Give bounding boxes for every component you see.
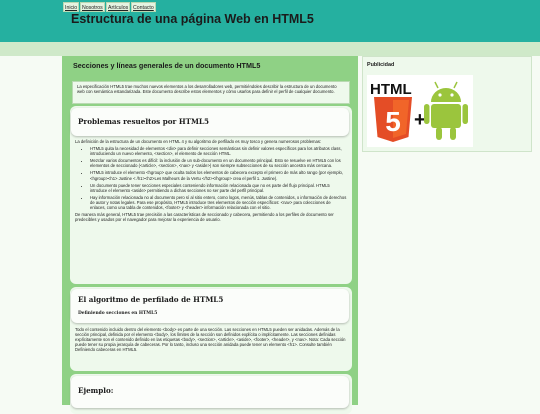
section-title: El algoritmo de perfilado de HTML5 xyxy=(78,295,224,304)
list-item: Hay información relacionada no al docume… xyxy=(90,195,347,210)
section-closing: De manera más general, HTML5 trae precis… xyxy=(75,212,334,223)
section-title: Problemas resueltos por HTML5 xyxy=(78,117,209,126)
intro-text: La especificación HTML5 trae muchos nuev… xyxy=(72,81,350,104)
logo-plus-sign: + xyxy=(414,109,426,131)
nav-link-nosotros[interactable]: Nosotros xyxy=(80,2,105,12)
section-subtitle: Definiendo secciones en HTML5 xyxy=(78,311,158,316)
html5-android-logo-graphic: HTML 5 + xyxy=(370,81,468,142)
logo-html-text: HTML xyxy=(370,81,412,98)
nav-link-inicio[interactable]: Inicio xyxy=(63,2,79,12)
main-title: Secciones y líneas generales de un docum… xyxy=(73,61,261,70)
problems-list: HTML5 quita la necesidad de elementos <d… xyxy=(75,146,347,210)
nav-bar xyxy=(0,42,540,56)
aside-title: Publicidad xyxy=(367,62,395,68)
site-title: Estructura de una página Web en HTML5 xyxy=(71,12,314,26)
html5-android-logo: HTML 5 + xyxy=(367,75,473,147)
section-lead: La definición de la estructura de un doc… xyxy=(75,139,322,144)
list-item: Un documento puede tener secciones espec… xyxy=(90,183,347,193)
list-item: Mezclar varios documentos es difícil: la… xyxy=(90,158,347,168)
list-item: HTML5 introduce el elemento <hgroup> que… xyxy=(90,170,347,180)
section-body: Todo el contenido incluido dentro del el… xyxy=(75,327,346,353)
section-title: Ejemplo: xyxy=(78,386,114,395)
nav-link-contacto[interactable]: Contacto xyxy=(131,2,156,12)
nav-link-articulos[interactable]: Artículos xyxy=(106,2,130,12)
logo-html5-number: 5 xyxy=(385,106,401,137)
list-item: HTML5 quita la necesidad de elementos <d… xyxy=(90,146,347,156)
section-body: La definición de la estructura de un doc… xyxy=(75,139,347,283)
android-robot-icon xyxy=(424,81,468,140)
html5-shield-icon: 5 xyxy=(374,97,412,142)
